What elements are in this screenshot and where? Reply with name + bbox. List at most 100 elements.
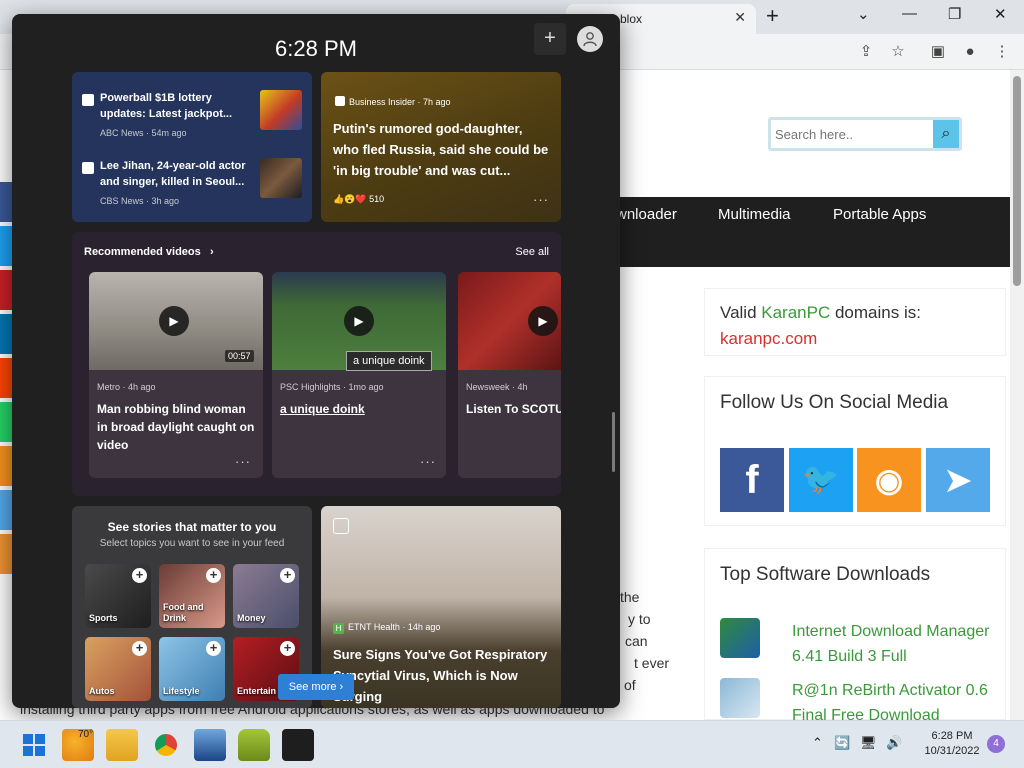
nav-downloader[interactable]: wnloader bbox=[616, 206, 677, 223]
video-card[interactable]: ▶ 00:57 Metro · 4h ago Man robbing blind… bbox=[89, 272, 263, 478]
rss-icon[interactable]: ◉ bbox=[857, 448, 921, 512]
story-more-button[interactable]: ··· bbox=[533, 192, 549, 207]
share-more[interactable] bbox=[0, 534, 12, 574]
profile-avatar[interactable] bbox=[577, 26, 603, 52]
add-topic-icon[interactable]: + bbox=[206, 568, 221, 583]
topic-money[interactable]: + Money bbox=[233, 564, 299, 628]
add-topic-icon[interactable]: + bbox=[132, 568, 147, 583]
play-icon[interactable]: ▶ bbox=[528, 306, 558, 336]
widgets-clock: 6:28 PM bbox=[275, 36, 357, 61]
download-link-idm[interactable]: Internet Download Manager 6.41 Build 3 F… bbox=[792, 619, 1002, 669]
topics-card: See stories that matter to you Select to… bbox=[72, 506, 312, 708]
etnt-health-story-card[interactable]: H ETNT Health · 14h ago Sure Signs You've… bbox=[321, 506, 561, 708]
search-icon[interactable]: ⌕ bbox=[933, 120, 959, 148]
share-facebook[interactable] bbox=[0, 182, 12, 222]
share-twitter[interactable] bbox=[0, 226, 12, 266]
search-input[interactable] bbox=[775, 122, 935, 146]
twitter-icon[interactable]: 🐦 bbox=[789, 448, 853, 512]
topics-title: See stories that matter to you bbox=[107, 520, 277, 534]
topic-label: Food and Drink bbox=[163, 602, 204, 623]
restore-button[interactable]: ❐ bbox=[948, 5, 961, 23]
chrome-icon[interactable] bbox=[150, 729, 182, 761]
add-topic-icon[interactable]: + bbox=[280, 568, 295, 583]
share-linkedin[interactable] bbox=[0, 314, 12, 354]
video-card[interactable]: ▶ Newsweek · 4h Listen To SCOTUS Jackson… bbox=[458, 272, 561, 478]
topic-label: Money bbox=[237, 613, 266, 623]
start-windows-icon[interactable] bbox=[18, 729, 50, 761]
share-icon[interactable]: ⇪ bbox=[856, 42, 876, 62]
widgets-scrollbar[interactable] bbox=[612, 412, 615, 472]
add-topic-icon[interactable]: + bbox=[280, 641, 295, 656]
see-more-button[interactable]: See more › bbox=[278, 674, 354, 700]
add-widget-button[interactable]: + bbox=[534, 23, 566, 55]
tab-search-icon[interactable]: ⌄ bbox=[857, 5, 870, 23]
tab-close-icon[interactable]: ✕ bbox=[734, 9, 746, 26]
share-whatsapp[interactable] bbox=[0, 402, 12, 442]
video-more-button[interactable]: ··· bbox=[420, 454, 436, 469]
facebook-icon[interactable]: f bbox=[720, 448, 784, 512]
topic-food-and-drink[interactable]: + Food and Drink bbox=[159, 564, 225, 628]
share-reddit[interactable] bbox=[0, 358, 12, 398]
share-pinterest[interactable] bbox=[0, 270, 12, 310]
share-telegram[interactable] bbox=[0, 490, 12, 530]
see-all-button[interactable]: See all bbox=[515, 246, 549, 258]
android-icon[interactable] bbox=[238, 729, 270, 761]
video-title: Man robbing blind woman in broad dayligh… bbox=[97, 402, 255, 452]
show-hidden-icons-chevron[interactable]: ⌃ bbox=[812, 735, 823, 751]
terminal-icon[interactable] bbox=[282, 729, 314, 761]
nav-multimedia[interactable]: Multimedia bbox=[718, 206, 791, 223]
business-insider-story-card[interactable]: Business Insider · 7h ago Putin's rumore… bbox=[321, 72, 561, 222]
minimize-button[interactable]: — bbox=[902, 5, 917, 22]
play-icon[interactable]: ▶ bbox=[344, 306, 374, 336]
topic-autos[interactable]: + Autos bbox=[85, 637, 151, 701]
share-rss[interactable] bbox=[0, 446, 12, 486]
profile-icon[interactable]: ● bbox=[960, 42, 980, 62]
article-line: of bbox=[624, 677, 636, 693]
reactions-count[interactable]: 👍😮❤️ 510 bbox=[333, 194, 384, 205]
video-duration: 00:57 bbox=[225, 350, 254, 362]
play-icon[interactable]: ▶ bbox=[159, 306, 189, 336]
domain-link[interactable]: karanpc.com bbox=[720, 329, 817, 348]
site-navbar: wnloader Multimedia Portable Apps bbox=[616, 197, 1010, 267]
new-tab-button[interactable]: + bbox=[766, 3, 779, 29]
news-thumbnail bbox=[260, 90, 302, 130]
widgets-panel: 6:28 PM + Powerball $1B lottery updates:… bbox=[12, 14, 620, 708]
news-title: Lee Jihan, 24-year-old actor and singer,… bbox=[100, 160, 246, 188]
topic-sports[interactable]: + Sports bbox=[85, 564, 151, 628]
topic-lifestyle[interactable]: + Lifestyle bbox=[159, 637, 225, 701]
story-title: Putin's rumored god-daughter, who fled R… bbox=[333, 121, 549, 178]
tab-title: blox bbox=[620, 12, 643, 26]
menu-kebab-icon[interactable]: ⋮ bbox=[992, 42, 1012, 62]
video-source: Metro · 4h ago bbox=[97, 382, 156, 392]
bookmark-star-icon[interactable]: ☆ bbox=[888, 42, 908, 62]
video-title: a unique doink bbox=[280, 402, 365, 416]
video-source: Newsweek · 4h bbox=[466, 382, 528, 392]
file-explorer-icon[interactable] bbox=[106, 729, 138, 761]
topics-subtitle: Select topics you want to see in your fe… bbox=[99, 538, 285, 549]
scrollbar-thumb[interactable] bbox=[1013, 76, 1021, 286]
sidepanel-icon[interactable]: ▣ bbox=[928, 42, 948, 62]
sync-icon[interactable]: 🔄 bbox=[834, 735, 850, 751]
notification-badge[interactable]: 4 bbox=[987, 735, 1005, 753]
clock-time: 6:28 PM bbox=[931, 730, 973, 742]
add-topic-icon[interactable]: + bbox=[206, 641, 221, 656]
nav-portable-apps[interactable]: Portable Apps bbox=[833, 206, 926, 223]
page-scrollbar[interactable] bbox=[1010, 70, 1024, 720]
recommended-videos-title[interactable]: Recommended videos › bbox=[84, 246, 214, 258]
display-icon[interactable]: 🖥 bbox=[860, 735, 877, 751]
etnt-health-logo-icon: H bbox=[333, 623, 344, 634]
telegram-icon[interactable]: ➤ bbox=[926, 448, 990, 512]
photos-app-icon[interactable] bbox=[194, 729, 226, 761]
weather-temperature: 70° bbox=[78, 729, 94, 740]
volume-icon[interactable]: 🔊 bbox=[886, 735, 902, 751]
taskbar: 70° ⌃ 🔄 🖥 🔊 6:28 PM 10/31/2022 4 bbox=[0, 720, 1024, 768]
add-topic-icon[interactable]: + bbox=[132, 641, 147, 656]
download-link-rebirth[interactable]: R@1n ReBirth Activator 0.6 Final Free Do… bbox=[792, 678, 1002, 720]
news-meta: ABC News · 54m ago bbox=[100, 128, 187, 138]
system-clock[interactable]: 6:28 PM 10/31/2022 bbox=[920, 729, 984, 759]
video-card[interactable]: ▶ PSC Highlights · 1mo ago a unique doin… bbox=[272, 272, 446, 478]
brand-link[interactable]: KaranPC bbox=[761, 303, 830, 322]
news-meta: CBS News · 3h ago bbox=[100, 196, 180, 206]
video-more-button[interactable]: ··· bbox=[235, 454, 251, 469]
close-window-button[interactable]: ✕ bbox=[994, 5, 1007, 23]
